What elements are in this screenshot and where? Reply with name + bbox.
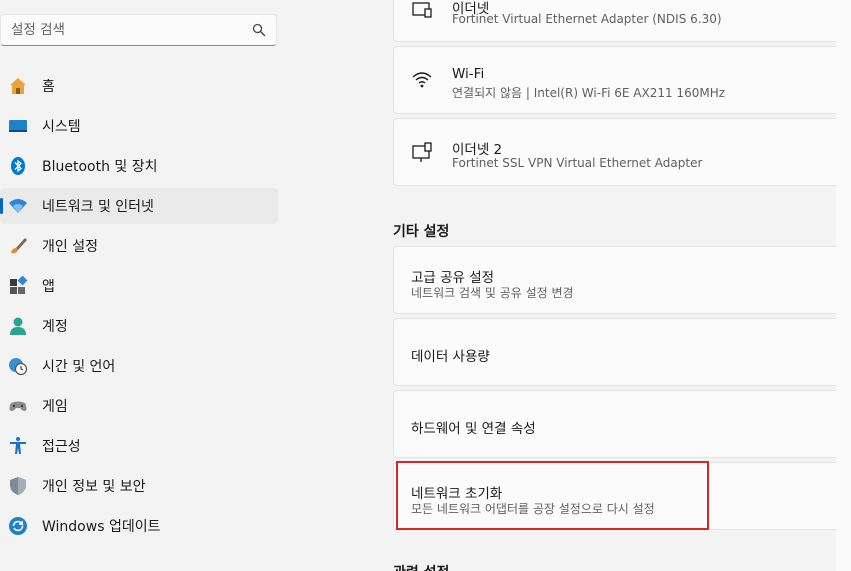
adapter-title: 이더넷 2 [452, 142, 503, 158]
sidebar-item-label: 계정 [42, 319, 68, 335]
search-input[interactable] [1, 15, 241, 45]
main-content: 이더넷 Fortinet Virtual Ethernet Adapter (N… [393, 0, 851, 571]
sidebar-item-label: 개인 정보 및 보안 [42, 479, 146, 495]
settings-window: 홈 시스템 Bluetooth 및 장치 [0, 0, 851, 571]
adapter-card-ethernet-2[interactable]: 이더넷 2 Fortinet SSL VPN Virtual Ethernet … [393, 118, 851, 186]
adapter-card-ethernet[interactable]: 이더넷 Fortinet Virtual Ethernet Adapter (N… [393, 0, 851, 42]
sidebar-item-label: Windows 업데이트 [42, 519, 161, 535]
home-icon [10, 78, 26, 94]
adapter-card-wifi[interactable]: Wi-Fi 연결되지 않음 | Intel(R) Wi-Fi 6E AX211 … [393, 46, 851, 114]
sidebar-item-label: 시간 및 언어 [42, 359, 116, 375]
section-title-other-settings: 기타 설정 [393, 224, 450, 240]
ethernet-icon [412, 142, 432, 162]
setting-title: 하드웨어 및 연결 속성 [411, 421, 536, 437]
setting-subtitle: 네트워크 검색 및 공유 설정 변경 [411, 286, 574, 300]
adapter-subtitle: 연결되지 않음 | Intel(R) Wi-Fi 6E AX211 160MHz [452, 86, 726, 100]
sidebar-item-home[interactable]: 홈 [0, 68, 278, 104]
sidebar-item-personalization[interactable]: 개인 설정 [0, 228, 278, 264]
data-usage[interactable]: 데이터 사용량 [393, 318, 851, 386]
sidebar-item-gaming[interactable]: 게임 [0, 388, 278, 424]
sidebar-item-label: 시스템 [42, 119, 81, 135]
wifi-icon [412, 72, 432, 88]
search-box[interactable] [0, 14, 277, 46]
sidebar-item-label: Bluetooth 및 장치 [42, 159, 158, 175]
network-reset[interactable]: 네트워크 초기화 모든 네트워크 어댑터를 공장 설정으로 다시 설정 [393, 462, 851, 530]
setting-title: 고급 공유 설정 [411, 270, 495, 286]
sidebar-item-label: 네트워크 및 인터넷 [42, 199, 154, 215]
brush-icon [11, 238, 27, 254]
advanced-sharing-settings[interactable]: 고급 공유 설정 네트워크 검색 및 공유 설정 변경 [393, 246, 851, 314]
sidebar-item-time-language[interactable]: 시간 및 언어 [0, 348, 278, 384]
sidebar-item-network[interactable]: 네트워크 및 인터넷 [0, 188, 278, 224]
gamepad-icon [9, 401, 27, 411]
nav-list: 홈 시스템 Bluetooth 및 장치 네트워크 및 인터넷 개인 설정 앱 … [0, 68, 290, 548]
window-edge [836, 0, 851, 571]
system-icon [9, 120, 27, 132]
sidebar-item-accessibility[interactable]: 접근성 [0, 428, 278, 464]
sidebar-item-label: 게임 [42, 399, 68, 415]
adapter-subtitle: Fortinet SSL VPN Virtual Ethernet Adapte… [452, 156, 703, 170]
update-icon [9, 517, 27, 535]
sidebar-item-system[interactable]: 시스템 [0, 108, 278, 144]
adapter-title: Wi-Fi [452, 66, 485, 82]
setting-title: 데이터 사용량 [411, 349, 490, 365]
shield-icon [10, 477, 26, 495]
network-icon [9, 199, 27, 213]
setting-title: 네트워크 초기화 [411, 486, 503, 502]
section-title-related-settings: 관련 설정 [393, 562, 449, 571]
search-icon[interactable] [252, 23, 266, 37]
sidebar-item-windows-update[interactable]: Windows 업데이트 [0, 508, 278, 544]
hardware-connection-properties[interactable]: 하드웨어 및 연결 속성 [393, 390, 851, 458]
apps-icon [10, 276, 28, 294]
sidebar-item-accounts[interactable]: 계정 [0, 308, 278, 344]
setting-subtitle: 모든 네트워크 어댑터를 공장 설정으로 다시 설정 [411, 502, 655, 516]
sidebar-item-label: 앱 [42, 279, 55, 295]
sidebar-item-privacy[interactable]: 개인 정보 및 보안 [0, 468, 278, 504]
clock-globe-icon [9, 358, 28, 376]
sidebar-item-label: 접근성 [42, 439, 81, 455]
sidebar-item-label: 개인 설정 [42, 239, 98, 255]
sidebar-item-label: 홈 [42, 79, 55, 95]
sidebar-item-apps[interactable]: 앱 [0, 268, 278, 304]
accessibility-icon [10, 437, 26, 454]
sidebar: 홈 시스템 Bluetooth 및 장치 [0, 0, 290, 571]
sidebar-item-bluetooth[interactable]: Bluetooth 및 장치 [0, 148, 278, 184]
ethernet-icon [412, 2, 432, 18]
bluetooth-icon [11, 157, 25, 175]
account-icon [10, 317, 26, 335]
adapter-subtitle: Fortinet Virtual Ethernet Adapter (NDIS … [452, 12, 722, 26]
